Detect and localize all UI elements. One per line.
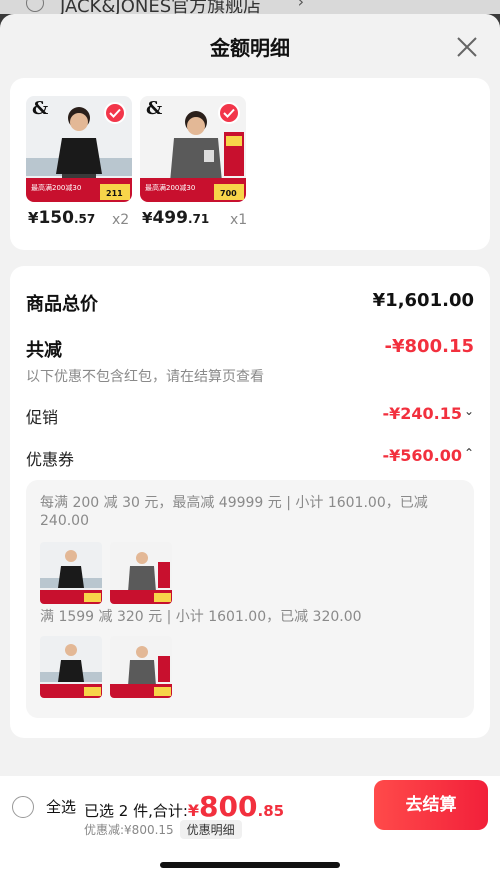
product-price: ¥150.57 bbox=[28, 208, 96, 228]
coupon-value: -¥560.00 bbox=[382, 446, 462, 465]
brand-logo: & bbox=[146, 98, 162, 119]
total-value: ¥1,601.00 bbox=[372, 290, 474, 311]
select-all-radio[interactable] bbox=[12, 796, 34, 818]
coupon-label: 优惠券 bbox=[26, 450, 75, 469]
coupon-row[interactable]: 优惠券 -¥560.00 ⌃ bbox=[26, 446, 474, 469]
close-icon[interactable] bbox=[456, 36, 478, 58]
promo-value: -¥240.15 bbox=[382, 404, 462, 423]
svg-text:700: 700 bbox=[220, 189, 237, 198]
product-qty: x2 bbox=[112, 212, 130, 228]
select-all-label[interactable]: 全选 bbox=[46, 796, 76, 817]
product-item[interactable]: & 最高满200减30 700 ¥499.71 x1 bbox=[140, 96, 247, 228]
svg-text:最高满200减30: 最高满200减30 bbox=[145, 183, 195, 192]
total-label: 商品总价 bbox=[26, 294, 98, 315]
sheet-header: 金额明细 bbox=[0, 14, 500, 78]
total-summary: 已选 2 件,合计:¥800.85 bbox=[84, 790, 285, 823]
amount-detail-sheet: 金额明细 & 最高满200减30 211 ¥150.57 x2 & 最高满200… bbox=[0, 14, 500, 880]
svg-text:最高满200减30: 最高满200减30 bbox=[31, 183, 81, 192]
home-indicator bbox=[160, 862, 340, 868]
selected-check-icon[interactable] bbox=[218, 102, 240, 124]
reduce-note: 以下优惠不包含红包，请在结算页查看 bbox=[26, 369, 264, 385]
checkout-bar: 全选 已选 2 件,合计:¥800.85 优惠减:¥800.15 优惠明细 去结算 bbox=[0, 776, 500, 880]
product-item[interactable]: & 最高满200减30 211 ¥150.57 x2 bbox=[26, 96, 132, 228]
chevron-up-icon[interactable]: ⌃ bbox=[464, 446, 474, 460]
reduce-label: 共减 bbox=[26, 340, 62, 361]
discount-summary: 优惠减:¥800.15 优惠明细 bbox=[84, 820, 242, 839]
selected-check-icon[interactable] bbox=[104, 102, 126, 124]
background-radio bbox=[26, 0, 44, 12]
checkout-button[interactable]: 去结算 bbox=[374, 780, 488, 830]
mini-product-image bbox=[40, 636, 102, 698]
discount-detail-button[interactable]: 优惠明细 bbox=[179, 820, 242, 839]
coupon-detail-box: 每满 200 减 30 元，最高减 49999 元 | 小计 1601.00，已… bbox=[26, 480, 474, 718]
product-qty: x1 bbox=[230, 212, 248, 228]
reduce-value: -¥800.15 bbox=[384, 336, 474, 357]
mini-product-image bbox=[110, 542, 172, 604]
mini-product-image bbox=[40, 542, 102, 604]
background-page: JACK&JONES官方旗舰店 › bbox=[0, 0, 500, 14]
mini-product-image bbox=[110, 636, 172, 698]
reduce-row: 共减 -¥800.15 bbox=[26, 336, 474, 361]
product-image[interactable]: & 最高满200减30 700 bbox=[140, 96, 246, 202]
coupon-rule-text: 每满 200 减 30 元，最高减 49999 元 | 小计 1601.00，已… bbox=[40, 495, 428, 529]
brand-logo: & bbox=[32, 98, 48, 119]
sheet-title: 金额明细 bbox=[210, 36, 290, 60]
total-row: 商品总价 ¥1,601.00 bbox=[26, 290, 474, 315]
coupon-rule-text: 满 1599 减 320 元 | 小计 1601.00，已减 320.00 bbox=[40, 609, 362, 625]
chevron-right-icon: › bbox=[297, 0, 304, 11]
svg-text:211: 211 bbox=[106, 189, 123, 198]
chevron-down-icon[interactable]: ⌄ bbox=[464, 404, 474, 418]
background-store-name: JACK&JONES官方旗舰店 bbox=[60, 0, 262, 14]
promo-label: 促销 bbox=[26, 408, 59, 427]
product-image[interactable]: & 最高满200减30 211 bbox=[26, 96, 132, 202]
products-card: & 最高满200减30 211 ¥150.57 x2 & 最高满200减30 7… bbox=[10, 78, 490, 250]
promo-row[interactable]: 促销 -¥240.15 ⌄ bbox=[26, 404, 474, 427]
price-detail-card: 商品总价 ¥1,601.00 共减 -¥800.15 以下优惠不包含红包，请在结… bbox=[10, 266, 490, 738]
